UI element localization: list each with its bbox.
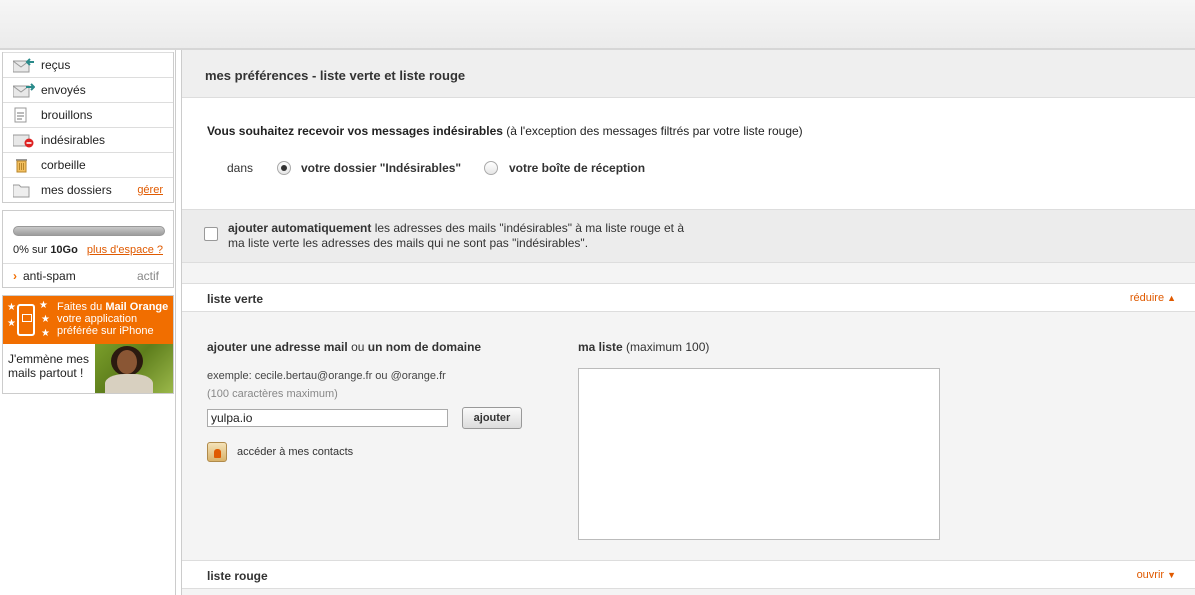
antispam-link[interactable]: › anti-spam — [13, 269, 76, 283]
my-list-heading: ma liste (maximum 100) — [578, 340, 710, 354]
folder-label: brouillons — [41, 108, 93, 122]
open-red-list-link[interactable]: ouvrir ▼ — [1137, 569, 1176, 581]
auto-add-section: ajouter automatiquement les adresses des… — [182, 209, 1195, 263]
address-input[interactable] — [207, 409, 448, 427]
phone-icon — [17, 304, 35, 336]
example-text: exemple: cecile.bertau@orange.fr ou @ora… — [207, 370, 446, 382]
promo-photo — [95, 344, 173, 393]
add-button[interactable]: ajouter — [462, 407, 522, 429]
max-length-note: (100 caractères maximum) — [207, 388, 338, 400]
top-toolbar — [0, 0, 1195, 50]
antispam-status: actif — [136, 269, 159, 283]
chevron-down-icon: ▼ — [1167, 570, 1176, 580]
preference-in-label: dans — [227, 161, 254, 175]
collapse-green-list-link[interactable]: réduire ▲ — [1130, 292, 1176, 304]
folder-label: corbeille — [41, 158, 86, 172]
folder-item-sent[interactable]: envoyés — [3, 77, 173, 102]
radio-spam-folder[interactable] — [277, 161, 291, 175]
sidebar: reçus envoyés brouillons indésirables co… — [0, 50, 176, 595]
draft-icon — [13, 107, 35, 123]
green-list-panel: ajouter une adresse mail ou un nom de do… — [182, 313, 1195, 560]
trash-icon — [13, 157, 35, 173]
spam-delivery-preference: Vous souhaitez recevoir vos messages ind… — [182, 98, 1195, 209]
star-icon: ★ — [41, 328, 50, 339]
contacts-link-label: accéder à mes contacts — [237, 446, 354, 458]
storage-quota: 0% sur 10Go plus d'espace ? › anti-spam a… — [2, 210, 174, 288]
folder-item-received[interactable]: reçus — [3, 52, 173, 77]
red-list-header: liste rouge ouvrir ▼ — [182, 560, 1195, 589]
promo-banner[interactable]: ★ ★ ★ ★ ★ Faites du Mail Orange votre ap… — [2, 295, 174, 394]
manage-folders-link[interactable]: gérer — [137, 184, 163, 196]
radio-inbox-label[interactable]: votre boîte de réception — [509, 161, 645, 175]
chevron-right-icon: › — [13, 269, 17, 283]
folder-label: envoyés — [41, 83, 86, 97]
promo-body: J'emmène mes mails partout ! — [3, 344, 173, 393]
folder-list: reçus envoyés brouillons indésirables co… — [2, 52, 174, 203]
star-icon: ★ — [41, 314, 50, 325]
promo-text: Faites du Mail Orange votre application … — [57, 301, 169, 337]
green-list-box[interactable] — [578, 368, 940, 540]
radio-inbox[interactable] — [484, 161, 498, 175]
preference-question: Vous souhaitez recevoir vos messages ind… — [207, 124, 803, 138]
main-content: mes préférences - liste verte et liste r… — [181, 50, 1195, 595]
folder-label: reçus — [41, 58, 71, 72]
sent-icon — [12, 82, 36, 98]
page-header: mes préférences - liste verte et liste r… — [182, 50, 1195, 98]
folder-item-trash[interactable]: corbeille — [3, 152, 173, 177]
inbox-icon — [12, 57, 35, 73]
add-address-heading: ajouter une adresse mail ou un nom de do… — [207, 340, 482, 354]
star-icon: ★ — [7, 302, 16, 313]
star-icon: ★ — [7, 318, 16, 329]
quota-progress-bar — [13, 226, 165, 236]
star-icon: ★ — [39, 300, 48, 311]
folder-icon — [12, 182, 35, 198]
green-list-title: liste verte — [207, 292, 264, 306]
red-list-title: liste rouge — [207, 569, 268, 583]
auto-add-checkbox[interactable] — [204, 227, 218, 241]
chevron-up-icon: ▲ — [1167, 293, 1176, 303]
folder-label: mes dossiers — [41, 183, 112, 197]
more-space-link[interactable]: plus d'espace ? — [87, 244, 163, 256]
contacts-link[interactable]: accéder à mes contacts — [207, 442, 353, 462]
folder-item-my-folders[interactable]: mes dossiers gérer — [3, 177, 173, 202]
green-list-header: liste verte réduire ▲ — [182, 283, 1195, 312]
divider — [3, 263, 173, 264]
promo-caption: J'emmène mes mails partout ! — [8, 352, 89, 380]
spam-folder-icon — [12, 132, 35, 148]
address-book-icon — [207, 442, 227, 462]
promo-header: ★ ★ ★ ★ ★ Faites du Mail Orange votre ap… — [3, 296, 173, 344]
folder-item-spam[interactable]: indésirables — [3, 127, 173, 152]
folder-item-drafts[interactable]: brouillons — [3, 102, 173, 127]
page-title: mes préférences - liste verte et liste r… — [205, 68, 466, 83]
radio-spam-folder-label[interactable]: votre dossier "Indésirables" — [301, 161, 461, 175]
quota-text: 0% sur 10Go — [13, 244, 78, 256]
folder-label: indésirables — [41, 133, 106, 147]
auto-add-label: ajouter automatiquement les adresses des… — [228, 221, 685, 250]
